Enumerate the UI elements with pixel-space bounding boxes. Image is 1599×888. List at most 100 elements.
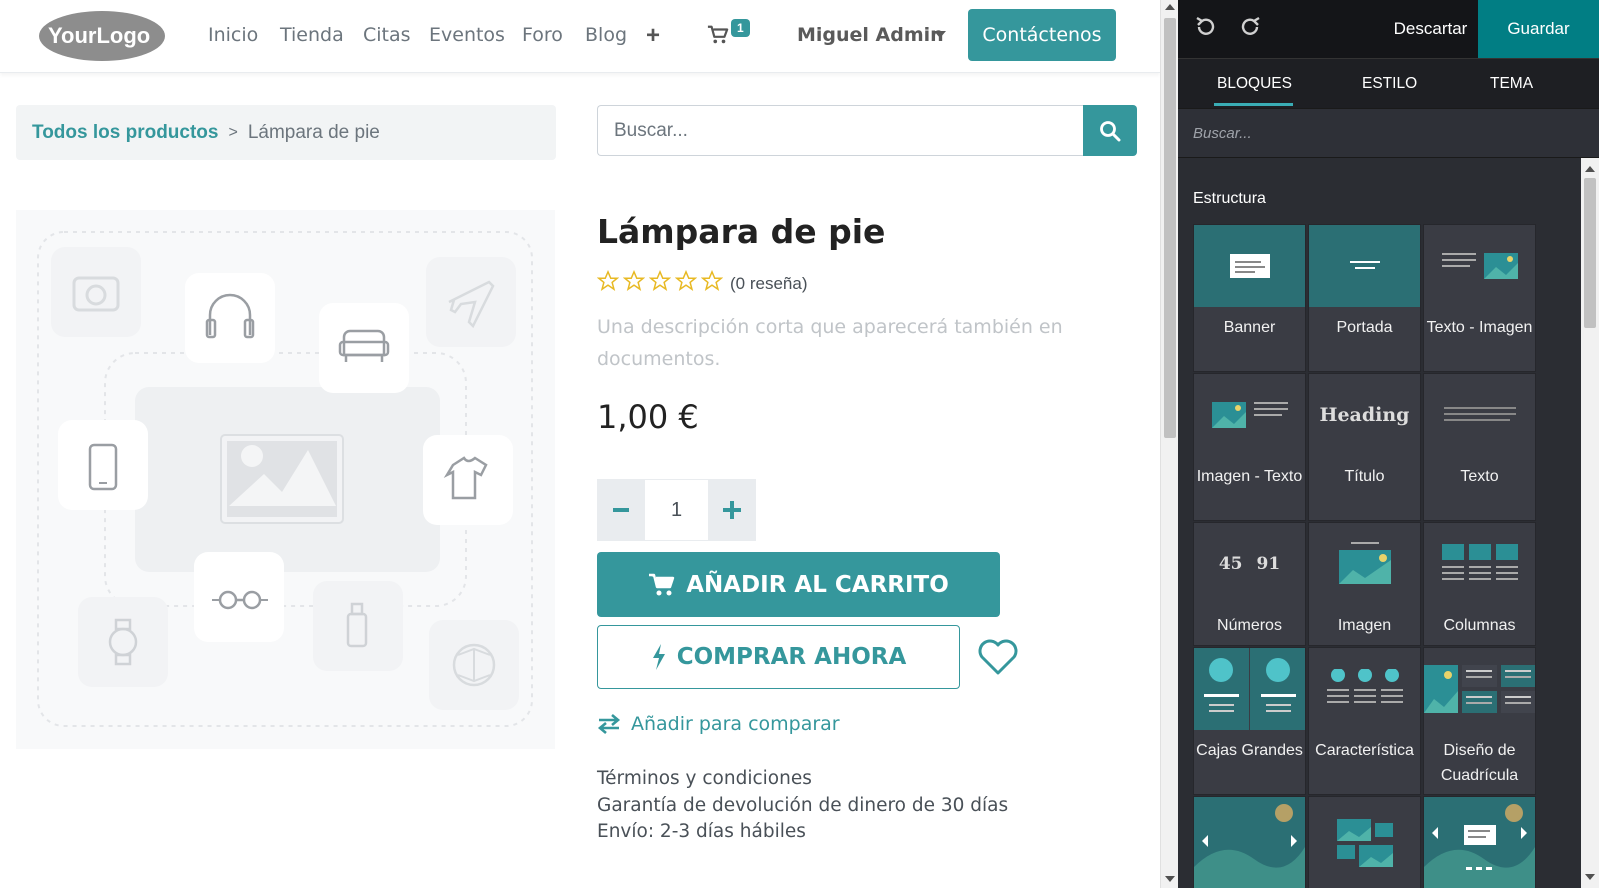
nav-item-eventos[interactable]: Eventos xyxy=(429,24,505,46)
cover-icon xyxy=(1309,225,1420,307)
product-terms: Términos y condiciones Garantía de devol… xyxy=(597,766,1008,846)
nav-item-tienda[interactable]: Tienda xyxy=(280,24,344,46)
snippet-search-input[interactable]: Buscar... xyxy=(1178,108,1599,158)
tshirt-icon xyxy=(423,435,513,525)
add-to-compare-link[interactable]: Añadir para comparar xyxy=(597,713,840,735)
editor-toolbar: Descartar Guardar xyxy=(1178,0,1599,58)
snippet-label: Imagen - Texto xyxy=(1196,468,1303,485)
snippet-big-boxes[interactable]: Cajas Grandes xyxy=(1193,647,1306,795)
snippet-slider[interactable] xyxy=(1423,796,1536,888)
scroll-down-arrow-icon[interactable] xyxy=(1165,876,1175,882)
buy-now-button[interactable]: COMPRAR AHORA xyxy=(597,625,960,689)
cart-icon[interactable] xyxy=(707,24,729,46)
camera-icon xyxy=(51,247,141,337)
search-icon xyxy=(1100,120,1121,141)
website-frame: YourLogo Inicio Tienda Citas Eventos For… xyxy=(0,0,1160,888)
nav-item-inicio[interactable]: Inicio xyxy=(208,24,258,46)
terms-line: Envío: 2-3 días hábiles xyxy=(597,821,806,842)
glasses-icon xyxy=(194,552,284,642)
snippet-label: Texto - Imagen xyxy=(1426,319,1533,336)
image-text-icon xyxy=(1194,374,1305,456)
tab-theme[interactable]: TEMA xyxy=(1490,75,1533,93)
star-empty-icon[interactable] xyxy=(701,270,723,292)
snippet-text[interactable]: Texto xyxy=(1423,373,1536,521)
slider-icon xyxy=(1424,797,1535,888)
undo-icon[interactable] xyxy=(1194,16,1216,38)
snippet-text-image[interactable]: Texto - Imagen xyxy=(1423,224,1536,372)
scroll-down-arrow-icon[interactable] xyxy=(1585,874,1595,880)
bolt-icon xyxy=(652,644,665,670)
tab-style[interactable]: ESTILO xyxy=(1362,75,1417,93)
star-empty-icon[interactable] xyxy=(597,270,619,292)
nav-item-blog[interactable]: Blog xyxy=(585,24,627,46)
phone-icon xyxy=(58,420,148,510)
add-to-cart-button[interactable]: AÑADIR AL CARRITO xyxy=(597,552,1000,617)
snippet-heading[interactable]: Heading Título xyxy=(1308,373,1421,521)
increase-quantity-button[interactable] xyxy=(708,479,756,541)
logo[interactable]: YourLogo xyxy=(38,10,166,62)
snippet-features[interactable]: Característica xyxy=(1308,647,1421,795)
snippet-label: Cajas Grandes xyxy=(1196,742,1303,759)
snippet-grid-layout[interactable]: Diseño de Cuadrícula xyxy=(1423,647,1536,795)
numbers-icon: 45 91 xyxy=(1218,554,1281,574)
snippet-columns[interactable]: Columnas xyxy=(1423,522,1536,646)
snippet-carousel[interactable] xyxy=(1193,796,1306,888)
website-editor-panel: Descartar Guardar BLOQUES ESTILO TEMA Bu… xyxy=(1178,0,1599,888)
snippet-label: Diseño de Cuadrícula xyxy=(1440,742,1519,784)
nav-item-citas[interactable]: Citas xyxy=(363,24,411,46)
breadcrumb: Todos los productos > Lámpara de pie xyxy=(16,105,556,160)
bottle-icon xyxy=(313,581,403,671)
add-menu-plus-icon[interactable]: + xyxy=(646,22,660,50)
compare-label: Añadir para comparar xyxy=(631,713,840,735)
terms-line[interactable]: Términos y condiciones xyxy=(597,766,1008,793)
scroll-up-arrow-icon[interactable] xyxy=(1585,166,1595,172)
scrollbar-thumb[interactable] xyxy=(1164,18,1176,438)
tab-blocks[interactable]: BLOQUES xyxy=(1217,75,1292,93)
quantity-input[interactable]: 1 xyxy=(645,479,708,541)
product-image-placeholder[interactable] xyxy=(16,210,555,749)
snippet-image[interactable]: Imagen xyxy=(1308,522,1421,646)
snippet-label: Imagen xyxy=(1337,617,1392,634)
snippet-images-wall[interactable] xyxy=(1308,796,1421,888)
snippet-label: Título xyxy=(1344,468,1385,485)
scroll-up-arrow-icon[interactable] xyxy=(1165,4,1175,10)
snippet-numbers[interactable]: 45 91 Números xyxy=(1193,522,1306,646)
rating-stars[interactable] xyxy=(597,270,723,292)
redo-icon[interactable] xyxy=(1240,16,1262,38)
active-tab-indicator xyxy=(1214,103,1293,106)
editor-tabs: BLOQUES ESTILO TEMA xyxy=(1178,58,1599,108)
exchange-icon xyxy=(597,714,621,734)
star-empty-icon[interactable] xyxy=(675,270,697,292)
user-menu[interactable]: Miguel Admin xyxy=(797,24,944,46)
product-short-description[interactable]: Una descripción corta que aparecerá tamb… xyxy=(597,311,1087,375)
nav-item-foro[interactable]: Foro xyxy=(522,24,563,46)
features-icon xyxy=(1309,648,1420,730)
snippet-image-text[interactable]: Imagen - Texto xyxy=(1193,373,1306,521)
product-search-input[interactable]: Buscar... xyxy=(597,105,1084,156)
decrease-quantity-button[interactable] xyxy=(597,479,645,541)
banner-icon xyxy=(1194,225,1305,307)
discard-button[interactable]: Descartar xyxy=(1384,0,1477,58)
search-button[interactable] xyxy=(1083,105,1137,156)
editor-scrollbar[interactable] xyxy=(1581,158,1599,888)
star-empty-icon[interactable] xyxy=(623,270,645,292)
breadcrumb-current: Lámpara de pie xyxy=(247,121,380,143)
review-count[interactable]: (0 reseña) xyxy=(730,274,807,294)
save-button[interactable]: Guardar xyxy=(1478,0,1599,58)
text-icon xyxy=(1424,374,1535,456)
snippet-banner[interactable]: Banner xyxy=(1193,224,1306,372)
add-to-cart-label: AÑADIR AL CARRITO xyxy=(686,571,949,598)
airplane-icon xyxy=(426,257,516,347)
user-caret-down-icon[interactable] xyxy=(934,31,946,38)
scrollbar-thumb[interactable] xyxy=(1584,178,1596,328)
breadcrumb-chevron-right-icon: > xyxy=(228,123,238,141)
snippet-cover[interactable]: Portada xyxy=(1308,224,1421,372)
website-scrollbar[interactable] xyxy=(1160,0,1178,888)
star-empty-icon[interactable] xyxy=(649,270,671,292)
snippet-label: Banner xyxy=(1223,319,1276,336)
section-heading-structure: Estructura xyxy=(1193,190,1266,207)
breadcrumb-all-products[interactable]: Todos los productos xyxy=(32,122,218,144)
wishlist-heart-icon[interactable] xyxy=(977,637,1019,677)
contact-button[interactable]: Contáctenos xyxy=(968,9,1116,61)
image-icon xyxy=(1309,523,1420,605)
